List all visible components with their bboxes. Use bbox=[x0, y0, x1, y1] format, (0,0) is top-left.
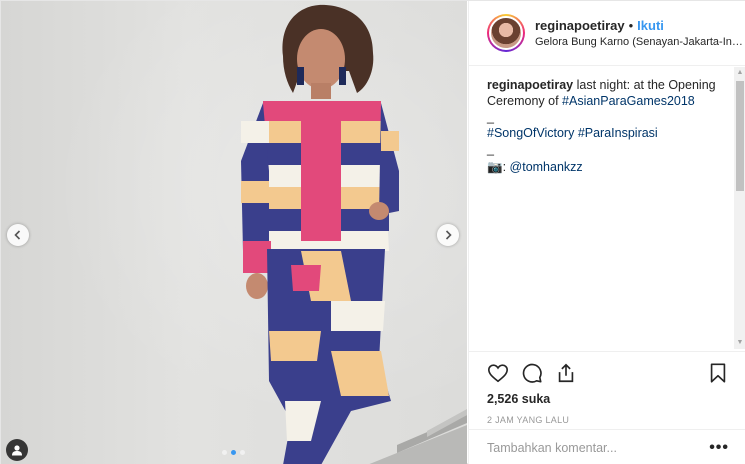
carousel-prev-button[interactable] bbox=[7, 224, 29, 246]
carousel-dot bbox=[222, 450, 227, 455]
post-dialog: reginapoetiray • Ikuti Gelora Bung Karno… bbox=[0, 0, 745, 464]
scrollbar-thumb[interactable] bbox=[736, 81, 744, 191]
header-separator: • bbox=[628, 18, 634, 33]
caption: reginapoetiray last night: at the Openin… bbox=[469, 67, 734, 349]
comments-scrollbar[interactable]: ▲ ▼ bbox=[734, 67, 745, 349]
person-figure bbox=[241, 4, 399, 464]
avatar[interactable] bbox=[487, 14, 525, 52]
post-header: reginapoetiray • Ikuti Gelora Bung Karno… bbox=[469, 1, 745, 66]
carousel-dot bbox=[240, 450, 245, 455]
post-timestamp[interactable]: 2 JAM YANG LALU bbox=[487, 415, 729, 425]
follow-button[interactable]: Ikuti bbox=[637, 18, 664, 33]
user-tag-icon bbox=[12, 445, 22, 456]
like-button[interactable] bbox=[487, 362, 509, 384]
caption-username[interactable]: reginapoetiray bbox=[487, 78, 573, 92]
caption-dash: _ bbox=[487, 110, 494, 124]
share-button[interactable] bbox=[555, 362, 577, 384]
scroll-down-icon[interactable]: ▼ bbox=[736, 339, 744, 347]
user-tag-button[interactable] bbox=[6, 439, 28, 461]
scroll-up-icon[interactable]: ▲ bbox=[736, 69, 744, 77]
heart-icon bbox=[488, 364, 508, 383]
chevron-right-icon bbox=[445, 230, 452, 240]
camera-icon: 📷 bbox=[487, 160, 503, 174]
carousel-dot-active bbox=[231, 450, 236, 455]
chevron-left-icon bbox=[14, 230, 21, 240]
post-actions: 2,526 suka 2 JAM YANG LALU bbox=[469, 351, 745, 425]
bookmark-icon bbox=[710, 363, 726, 383]
hashtag-link[interactable]: #SongOfVictory bbox=[487, 126, 574, 140]
hashtag-link[interactable]: #AsianParaGames2018 bbox=[562, 94, 695, 108]
save-button[interactable] bbox=[707, 362, 729, 384]
more-options-button[interactable]: ••• bbox=[709, 439, 729, 457]
share-icon bbox=[558, 363, 574, 383]
comment-icon bbox=[522, 363, 542, 383]
comment-input[interactable] bbox=[487, 440, 710, 455]
location-link[interactable]: Gelora Bung Karno (Senayan-Jakarta-Indo.… bbox=[535, 36, 745, 48]
credit-mention-link[interactable]: @tomhankzz bbox=[510, 160, 583, 174]
add-comment-bar: ••• bbox=[469, 429, 745, 464]
likes-count[interactable]: 2,526 suka bbox=[487, 392, 729, 406]
caption-dash: _ bbox=[487, 142, 494, 156]
hashtag-link[interactable]: #ParaInspirasi bbox=[578, 126, 658, 140]
comment-button[interactable] bbox=[521, 362, 543, 384]
carousel-next-button[interactable] bbox=[437, 224, 459, 246]
carousel-dots bbox=[222, 450, 245, 455]
post-photo[interactable] bbox=[1, 1, 467, 464]
header-username[interactable]: reginapoetiray bbox=[535, 18, 625, 33]
post-side-panel: reginapoetiray • Ikuti Gelora Bung Karno… bbox=[468, 1, 745, 464]
